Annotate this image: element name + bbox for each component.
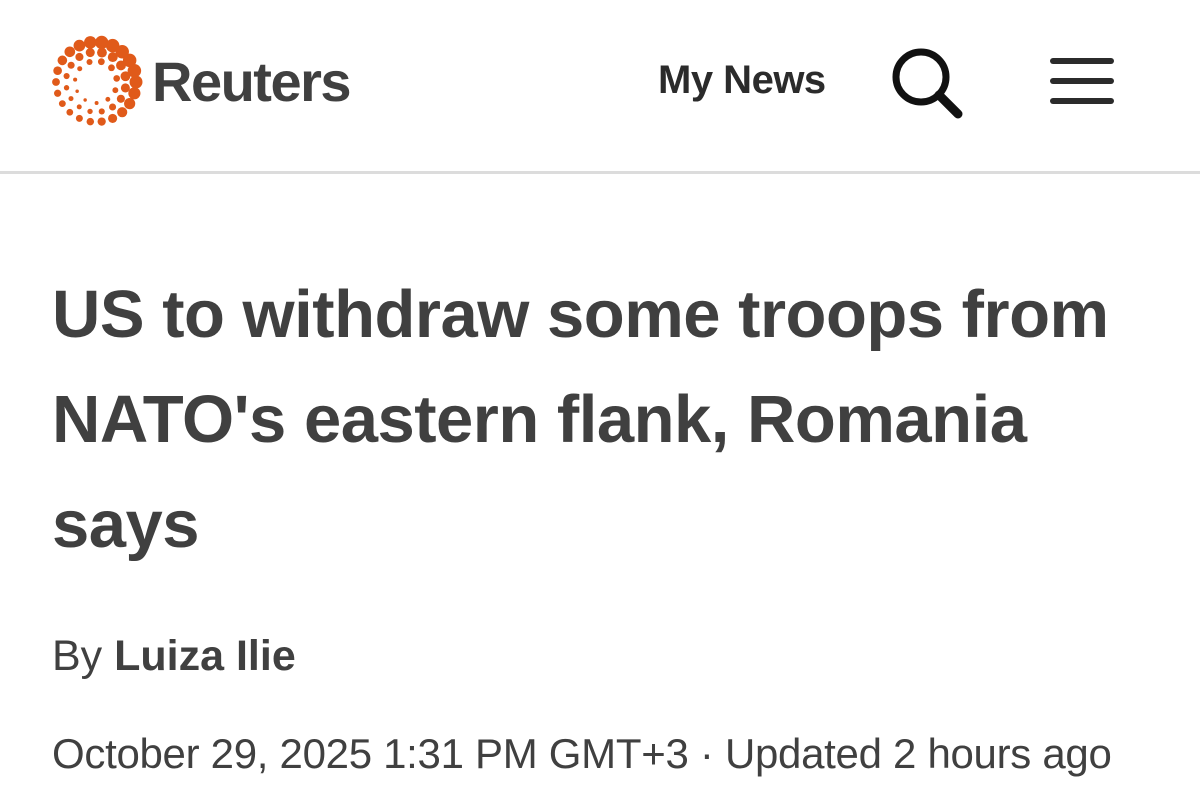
logo-dot bbox=[57, 55, 68, 66]
logo-dot bbox=[75, 114, 83, 122]
logo-dot bbox=[54, 89, 62, 97]
hamburger-menu-icon-bar bbox=[1050, 98, 1114, 104]
logo-dot bbox=[87, 108, 93, 115]
logo-dot bbox=[52, 78, 60, 86]
brand-name: Reuters bbox=[152, 49, 352, 113]
logo-dot bbox=[63, 85, 70, 91]
logo-dot bbox=[108, 64, 115, 72]
menu-button[interactable] bbox=[1050, 56, 1118, 106]
logo-dot bbox=[116, 60, 126, 71]
logo-dot bbox=[97, 58, 105, 66]
my-news-link[interactable]: My News bbox=[658, 58, 826, 103]
logo-dot bbox=[97, 47, 107, 58]
article-dateline: October 29, 2025 1:31 PM GMT+3 · Updated… bbox=[52, 730, 1112, 778]
logo-dot bbox=[77, 66, 83, 72]
logo-dot bbox=[75, 89, 79, 94]
logo-dot bbox=[76, 104, 82, 110]
logo-dot bbox=[67, 61, 75, 69]
logo-dot bbox=[98, 108, 105, 115]
logo-dot bbox=[75, 52, 84, 62]
hamburger-menu-icon bbox=[1050, 58, 1114, 64]
logo-dot bbox=[97, 117, 106, 126]
logo-dot bbox=[112, 87, 119, 94]
logo-dot bbox=[120, 71, 131, 82]
logo-dot bbox=[86, 59, 93, 66]
logo-dot bbox=[66, 108, 74, 116]
logo-dot bbox=[128, 87, 141, 100]
logo-dot bbox=[85, 48, 95, 58]
logo-dot bbox=[124, 98, 136, 110]
byline-prefix: By bbox=[52, 632, 103, 680]
logo-dot bbox=[129, 75, 143, 89]
logo-dot bbox=[94, 101, 99, 105]
logo-dot bbox=[84, 36, 97, 49]
logo-dot bbox=[53, 66, 62, 76]
reuters-dot-ring-icon bbox=[52, 35, 143, 126]
logo-dot bbox=[58, 100, 66, 108]
dateline-separator: · bbox=[699, 730, 714, 777]
logo-dot bbox=[116, 94, 125, 103]
logo-dot bbox=[73, 39, 86, 52]
updated-timestamp: Updated 2 hours ago bbox=[724, 730, 1112, 777]
logo-dot bbox=[108, 113, 118, 123]
logo-dot bbox=[113, 75, 121, 82]
logo-dot bbox=[68, 96, 74, 102]
search-icon bbox=[892, 48, 963, 119]
logo-dot bbox=[73, 77, 78, 82]
reuters-logo-link[interactable]: Reuters bbox=[48, 34, 352, 130]
logo-dot bbox=[107, 52, 118, 63]
logo-dot bbox=[86, 117, 95, 126]
published-timestamp: October 29, 2025 1:31 PM GMT+3 bbox=[52, 730, 689, 777]
hamburger-menu-icon-bar bbox=[1050, 78, 1114, 84]
site-header: Reuters My News bbox=[0, 0, 1200, 174]
article-headline: US to withdraw some troops from NATO's e… bbox=[52, 277, 1109, 562]
logo-dot bbox=[117, 107, 128, 118]
logo-dot bbox=[63, 72, 70, 80]
search-button[interactable] bbox=[888, 44, 966, 122]
logo-dot bbox=[83, 98, 87, 102]
logo-dot bbox=[109, 103, 117, 111]
byline: By Luiza Ilie bbox=[52, 632, 296, 681]
author-link[interactable]: Luiza Ilie bbox=[114, 632, 296, 680]
logo-dot bbox=[105, 96, 111, 102]
logo-dot bbox=[120, 83, 130, 93]
logo-dot bbox=[64, 46, 76, 58]
